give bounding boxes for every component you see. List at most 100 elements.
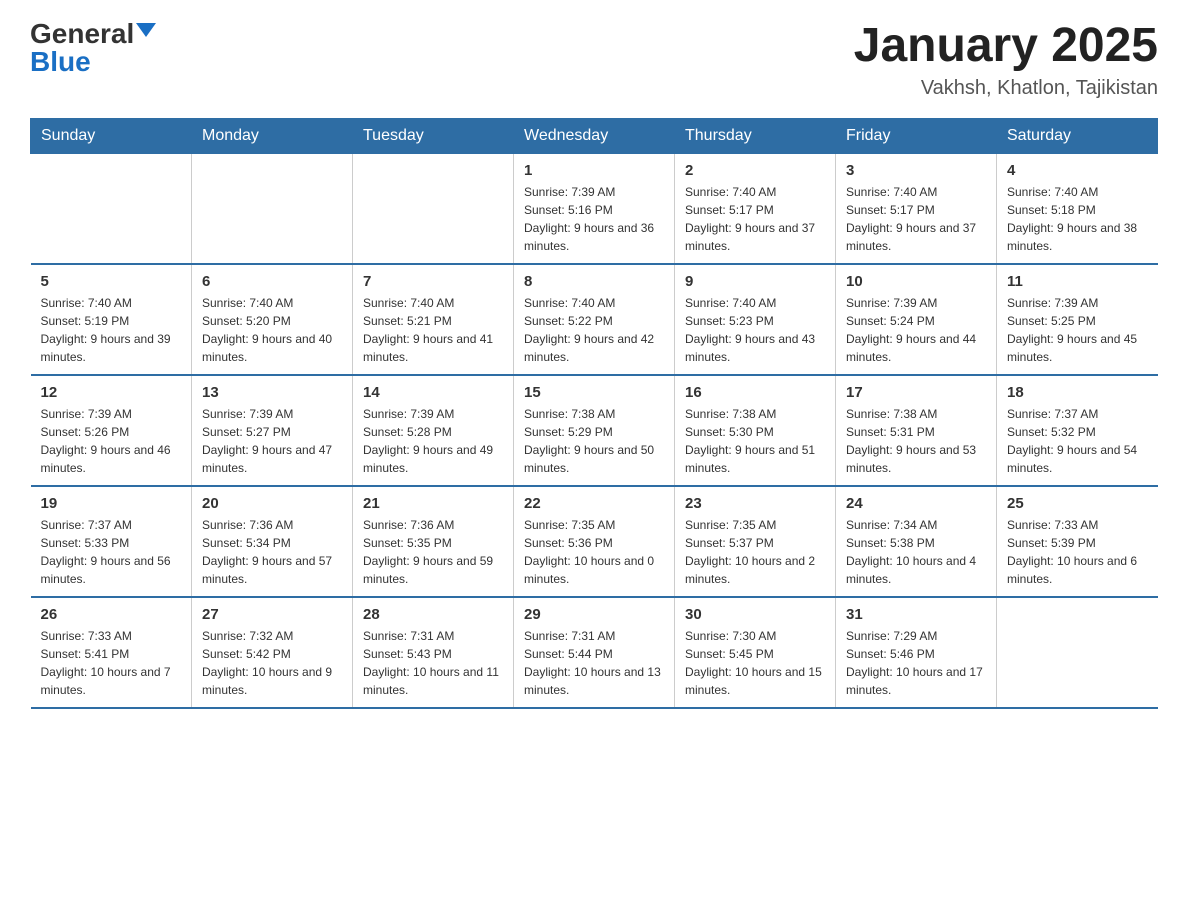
day-info: Sunrise: 7:31 AMSunset: 5:44 PMDaylight:… xyxy=(524,627,664,699)
calendar-location: Vakhsh, Khatlon, Tajikistan xyxy=(854,77,1158,100)
day-number: 7 xyxy=(363,273,503,290)
day-number: 5 xyxy=(41,273,182,290)
day-info: Sunrise: 7:39 AMSunset: 5:27 PMDaylight:… xyxy=(202,405,342,477)
day-cell: 20Sunrise: 7:36 AMSunset: 5:34 PMDayligh… xyxy=(192,486,353,597)
day-info: Sunrise: 7:39 AMSunset: 5:26 PMDaylight:… xyxy=(41,405,182,477)
week-row-2: 5Sunrise: 7:40 AMSunset: 5:19 PMDaylight… xyxy=(31,264,1158,375)
day-number: 17 xyxy=(846,384,986,401)
day-number: 9 xyxy=(685,273,825,290)
day-number: 29 xyxy=(524,606,664,623)
page-header: General Blue January 2025 Vakhsh, Khatlo… xyxy=(30,20,1158,100)
day-cell: 18 Sunrise: 7:37 AMSunset: 5:32 PMDayligh… xyxy=(997,375,1158,486)
day-info: Sunrise: 7:40 AMSunset: 5:18 PMDaylight:… xyxy=(1007,183,1148,255)
day-number: 19 xyxy=(41,495,182,512)
day-info: Sunrise: 7:37 AMSunset: 5:32 PMDaylight:… xyxy=(1007,405,1148,477)
day-number: 12 xyxy=(41,384,182,401)
week-row-5: 26 Sunrise: 7:33 AMSunset: 5:41 PMDayligh… xyxy=(31,597,1158,708)
day-info: Sunrise: 7:40 AMSunset: 5:21 PMDaylight:… xyxy=(363,294,503,366)
day-number: 27 xyxy=(202,606,342,623)
day-number: 18 xyxy=(1007,384,1148,401)
header-row: SundayMondayTuesdayWednesdayThursdayFrid… xyxy=(31,118,1158,153)
day-number: 15 xyxy=(524,384,664,401)
day-number: 13 xyxy=(202,384,342,401)
day-info: Sunrise: 7:39 AMSunset: 5:24 PMDaylight:… xyxy=(846,294,986,366)
day-info: Sunrise: 7:31 AMSunset: 5:43 PMDaylight:… xyxy=(363,627,503,699)
day-cell: 12 Sunrise: 7:39 AMSunset: 5:26 PMDayligh… xyxy=(31,375,192,486)
header-day-tuesday: Tuesday xyxy=(353,118,514,153)
day-number: 11 xyxy=(1007,273,1148,290)
day-info: Sunrise: 7:36 AMSunset: 5:34 PMDaylight:… xyxy=(202,516,342,588)
day-info: Sunrise: 7:39 AMSunset: 5:25 PMDaylight:… xyxy=(1007,294,1148,366)
day-info: Sunrise: 7:32 AMSunset: 5:42 PMDaylight:… xyxy=(202,627,342,699)
day-cell: 13 Sunrise: 7:39 AMSunset: 5:27 PMDayligh… xyxy=(192,375,353,486)
header-day-saturday: Saturday xyxy=(997,118,1158,153)
day-info: Sunrise: 7:35 AMSunset: 5:37 PMDaylight:… xyxy=(685,516,825,588)
day-number: 10 xyxy=(846,273,986,290)
day-cell: 10 Sunrise: 7:39 AMSunset: 5:24 PMDayligh… xyxy=(836,264,997,375)
day-cell: 2Sunrise: 7:40 AMSunset: 5:17 PMDaylight… xyxy=(675,153,836,264)
day-cell: 31Sunrise: 7:29 AMSunset: 5:46 PMDayligh… xyxy=(836,597,997,708)
day-info: Sunrise: 7:40 AMSunset: 5:20 PMDaylight:… xyxy=(202,294,342,366)
day-cell: 22 Sunrise: 7:35 AMSunset: 5:36 PMDayligh… xyxy=(514,486,675,597)
day-number: 22 xyxy=(524,495,664,512)
day-cell xyxy=(353,153,514,264)
day-cell: 15 Sunrise: 7:38 AMSunset: 5:29 PMDayligh… xyxy=(514,375,675,486)
day-info: Sunrise: 7:33 AMSunset: 5:39 PMDaylight:… xyxy=(1007,516,1148,588)
logo-general: General xyxy=(30,20,134,48)
day-info: Sunrise: 7:39 AMSunset: 5:28 PMDaylight:… xyxy=(363,405,503,477)
day-number: 2 xyxy=(685,162,825,179)
day-cell: 27 Sunrise: 7:32 AMSunset: 5:42 PMDayligh… xyxy=(192,597,353,708)
day-info: Sunrise: 7:29 AMSunset: 5:46 PMDaylight:… xyxy=(846,627,986,699)
day-cell: 17 Sunrise: 7:38 AMSunset: 5:31 PMDayligh… xyxy=(836,375,997,486)
calendar-title: January 2025 xyxy=(854,20,1158,73)
day-info: Sunrise: 7:40 AMSunset: 5:22 PMDaylight:… xyxy=(524,294,664,366)
day-number: 4 xyxy=(1007,162,1148,179)
day-number: 16 xyxy=(685,384,825,401)
logo-triangle-icon xyxy=(136,23,156,37)
day-cell: 7 Sunrise: 7:40 AMSunset: 5:21 PMDaylight… xyxy=(353,264,514,375)
day-cell: 3 Sunrise: 7:40 AMSunset: 5:17 PMDaylight… xyxy=(836,153,997,264)
day-cell: 1Sunrise: 7:39 AMSunset: 5:16 PMDaylight… xyxy=(514,153,675,264)
header-day-sunday: Sunday xyxy=(31,118,192,153)
day-info: Sunrise: 7:33 AMSunset: 5:41 PMDaylight:… xyxy=(41,627,182,699)
day-cell: 5Sunrise: 7:40 AMSunset: 5:19 PMDaylight… xyxy=(31,264,192,375)
day-cell: 24Sunrise: 7:34 AMSunset: 5:38 PMDayligh… xyxy=(836,486,997,597)
day-number: 30 xyxy=(685,606,825,623)
day-cell: 26 Sunrise: 7:33 AMSunset: 5:41 PMDayligh… xyxy=(31,597,192,708)
day-cell: 19Sunrise: 7:37 AMSunset: 5:33 PMDayligh… xyxy=(31,486,192,597)
title-block: January 2025 Vakhsh, Khatlon, Tajikistan xyxy=(854,20,1158,100)
day-number: 8 xyxy=(524,273,664,290)
day-cell: 30 Sunrise: 7:30 AMSunset: 5:45 PMDayligh… xyxy=(675,597,836,708)
day-info: Sunrise: 7:38 AMSunset: 5:31 PMDaylight:… xyxy=(846,405,986,477)
day-cell: 4 Sunrise: 7:40 AMSunset: 5:18 PMDaylight… xyxy=(997,153,1158,264)
day-number: 24 xyxy=(846,495,986,512)
logo: General Blue xyxy=(30,20,156,76)
day-cell: 14Sunrise: 7:39 AMSunset: 5:28 PMDayligh… xyxy=(353,375,514,486)
day-cell: 11 Sunrise: 7:39 AMSunset: 5:25 PMDayligh… xyxy=(997,264,1158,375)
day-info: Sunrise: 7:30 AMSunset: 5:45 PMDaylight:… xyxy=(685,627,825,699)
day-cell xyxy=(192,153,353,264)
day-cell: 16Sunrise: 7:38 AMSunset: 5:30 PMDayligh… xyxy=(675,375,836,486)
day-number: 26 xyxy=(41,606,182,623)
day-number: 25 xyxy=(1007,495,1148,512)
day-cell: 9Sunrise: 7:40 AMSunset: 5:23 PMDaylight… xyxy=(675,264,836,375)
day-cell: 28Sunrise: 7:31 AMSunset: 5:43 PMDayligh… xyxy=(353,597,514,708)
day-cell: 6 Sunrise: 7:40 AMSunset: 5:20 PMDaylight… xyxy=(192,264,353,375)
logo-blue: Blue xyxy=(30,48,91,76)
calendar-table: SundayMondayTuesdayWednesdayThursdayFrid… xyxy=(30,118,1158,709)
header-day-monday: Monday xyxy=(192,118,353,153)
day-info: Sunrise: 7:40 AMSunset: 5:17 PMDaylight:… xyxy=(846,183,986,255)
header-day-thursday: Thursday xyxy=(675,118,836,153)
week-row-1: 1Sunrise: 7:39 AMSunset: 5:16 PMDaylight… xyxy=(31,153,1158,264)
week-row-4: 19Sunrise: 7:37 AMSunset: 5:33 PMDayligh… xyxy=(31,486,1158,597)
day-info: Sunrise: 7:38 AMSunset: 5:29 PMDaylight:… xyxy=(524,405,664,477)
day-cell xyxy=(31,153,192,264)
day-cell xyxy=(997,597,1158,708)
day-info: Sunrise: 7:35 AMSunset: 5:36 PMDaylight:… xyxy=(524,516,664,588)
day-number: 1 xyxy=(524,162,664,179)
week-row-3: 12 Sunrise: 7:39 AMSunset: 5:26 PMDayligh… xyxy=(31,375,1158,486)
day-number: 6 xyxy=(202,273,342,290)
header-day-friday: Friday xyxy=(836,118,997,153)
day-number: 3 xyxy=(846,162,986,179)
day-cell: 29 Sunrise: 7:31 AMSunset: 5:44 PMDayligh… xyxy=(514,597,675,708)
